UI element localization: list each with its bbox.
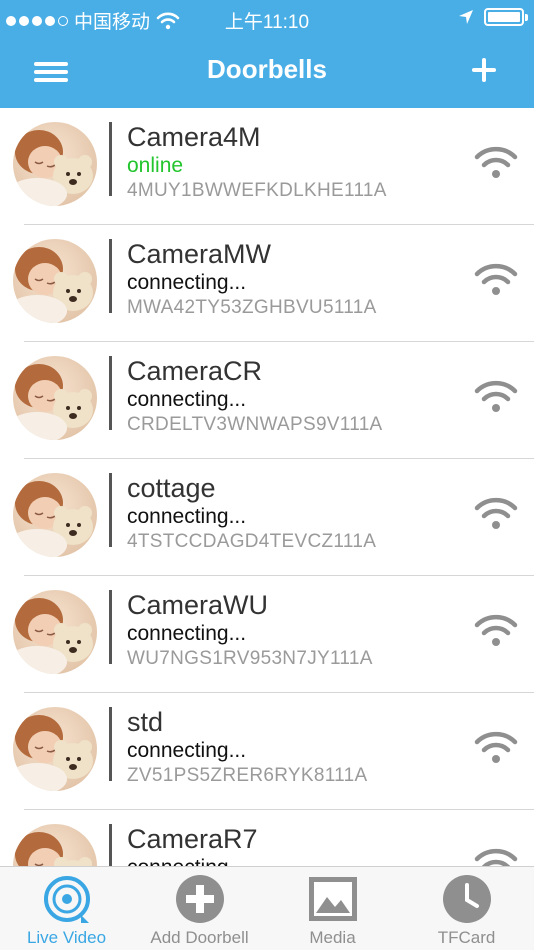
device-thumbnail bbox=[13, 239, 97, 323]
tab-bar: Live Video Add Doorbell Media TFCard bbox=[0, 866, 534, 950]
wifi-signal-icon bbox=[474, 846, 518, 866]
device-status: connecting... bbox=[127, 739, 247, 762]
device-name: CameraWU bbox=[127, 590, 269, 620]
device-row[interactable]: CameraWU connecting... WU7NGS1RV953N7JY1… bbox=[0, 576, 534, 693]
tab-label: Add Doorbell bbox=[150, 928, 249, 947]
device-name: CameraR7 bbox=[127, 824, 258, 854]
wifi-signal-icon bbox=[474, 612, 518, 648]
tab-tfcard[interactable]: TFCard bbox=[400, 867, 533, 950]
device-thumbnail bbox=[13, 122, 97, 206]
divider bbox=[109, 122, 112, 196]
battery-icon bbox=[484, 8, 528, 26]
device-name: cottage bbox=[127, 473, 216, 503]
device-thumbnail bbox=[13, 707, 97, 791]
status-bar: 中国移动 上午11:10 bbox=[0, 0, 534, 36]
device-uid: CRDELTV3WNWAPS9V111A bbox=[127, 414, 383, 435]
device-status: online bbox=[127, 154, 184, 177]
tab-label: Live Video bbox=[26, 928, 107, 947]
device-uid: MWA42TY53ZGHBVU5111A bbox=[127, 297, 377, 318]
wifi-signal-icon bbox=[474, 261, 518, 297]
device-uid: 4MUY1BWWEFKDLKHE111A bbox=[127, 180, 387, 201]
add-circle-icon bbox=[176, 875, 224, 923]
wifi-signal-icon bbox=[474, 378, 518, 414]
device-status: connecting... bbox=[127, 271, 247, 294]
device-name: std bbox=[127, 707, 164, 737]
wifi-signal-icon bbox=[474, 495, 518, 531]
divider bbox=[109, 239, 112, 313]
status-time: 上午11:10 bbox=[224, 12, 310, 33]
divider bbox=[109, 824, 112, 866]
device-row[interactable]: CameraMW connecting... MWA42TY53ZGHBVU51… bbox=[0, 225, 534, 342]
device-thumbnail bbox=[13, 473, 97, 557]
device-thumbnail bbox=[13, 590, 97, 674]
device-uid: ZV51PS5ZRER6RYK8111A bbox=[127, 765, 368, 786]
divider bbox=[109, 473, 112, 547]
tab-live-video[interactable]: Live Video bbox=[0, 867, 133, 950]
add-device-button[interactable] bbox=[464, 50, 504, 90]
device-thumbnail bbox=[13, 824, 97, 866]
divider bbox=[109, 707, 112, 781]
device-status: connecting... bbox=[127, 505, 247, 528]
device-list: Camera4M online 4MUY1BWWEFKDLKHE111A Cam… bbox=[0, 108, 534, 866]
device-uid: 4TSTCCDAGD4TEVCZ111A bbox=[127, 531, 377, 552]
tab-media[interactable]: Media bbox=[266, 867, 399, 950]
navigation-bar: Doorbells bbox=[0, 36, 534, 108]
wifi-signal-icon bbox=[474, 729, 518, 765]
device-thumbnail bbox=[13, 356, 97, 440]
top-bar: 中国移动 上午11:10 Doorbells bbox=[0, 0, 534, 108]
device-status: connecting... bbox=[127, 856, 246, 866]
device-name: Camera4M bbox=[127, 122, 261, 152]
device-row[interactable]: Camera4M online 4MUY1BWWEFKDLKHE111A bbox=[0, 108, 534, 225]
device-name: CameraMW bbox=[127, 239, 272, 269]
device-uid: WU7NGS1RV953N7JY111A bbox=[127, 648, 373, 669]
device-row[interactable]: CameraR7 connecting... bbox=[0, 810, 534, 866]
device-row[interactable]: cottage connecting... 4TSTCCDAGD4TEVCZ11… bbox=[0, 459, 534, 576]
status-right bbox=[458, 8, 528, 26]
page-title: Doorbells bbox=[207, 54, 327, 84]
device-row[interactable]: CameraCR connecting... CRDELTV3WNWAPS9V1… bbox=[0, 342, 534, 459]
live-video-icon bbox=[44, 876, 90, 923]
divider bbox=[109, 590, 112, 664]
tab-label: Media bbox=[309, 928, 356, 947]
device-status: connecting... bbox=[127, 622, 247, 645]
device-status: connecting... bbox=[127, 388, 247, 411]
wifi-signal-icon bbox=[474, 144, 518, 180]
clock-icon bbox=[443, 875, 491, 923]
picture-icon bbox=[309, 877, 357, 921]
divider bbox=[109, 356, 112, 430]
tab-label: TFCard bbox=[437, 928, 496, 947]
location-arrow-icon bbox=[459, 10, 473, 24]
tab-add-doorbell[interactable]: Add Doorbell bbox=[133, 867, 266, 950]
device-row[interactable]: std connecting... ZV51PS5ZRER6RYK8111A bbox=[0, 693, 534, 810]
device-name: CameraCR bbox=[127, 356, 263, 386]
